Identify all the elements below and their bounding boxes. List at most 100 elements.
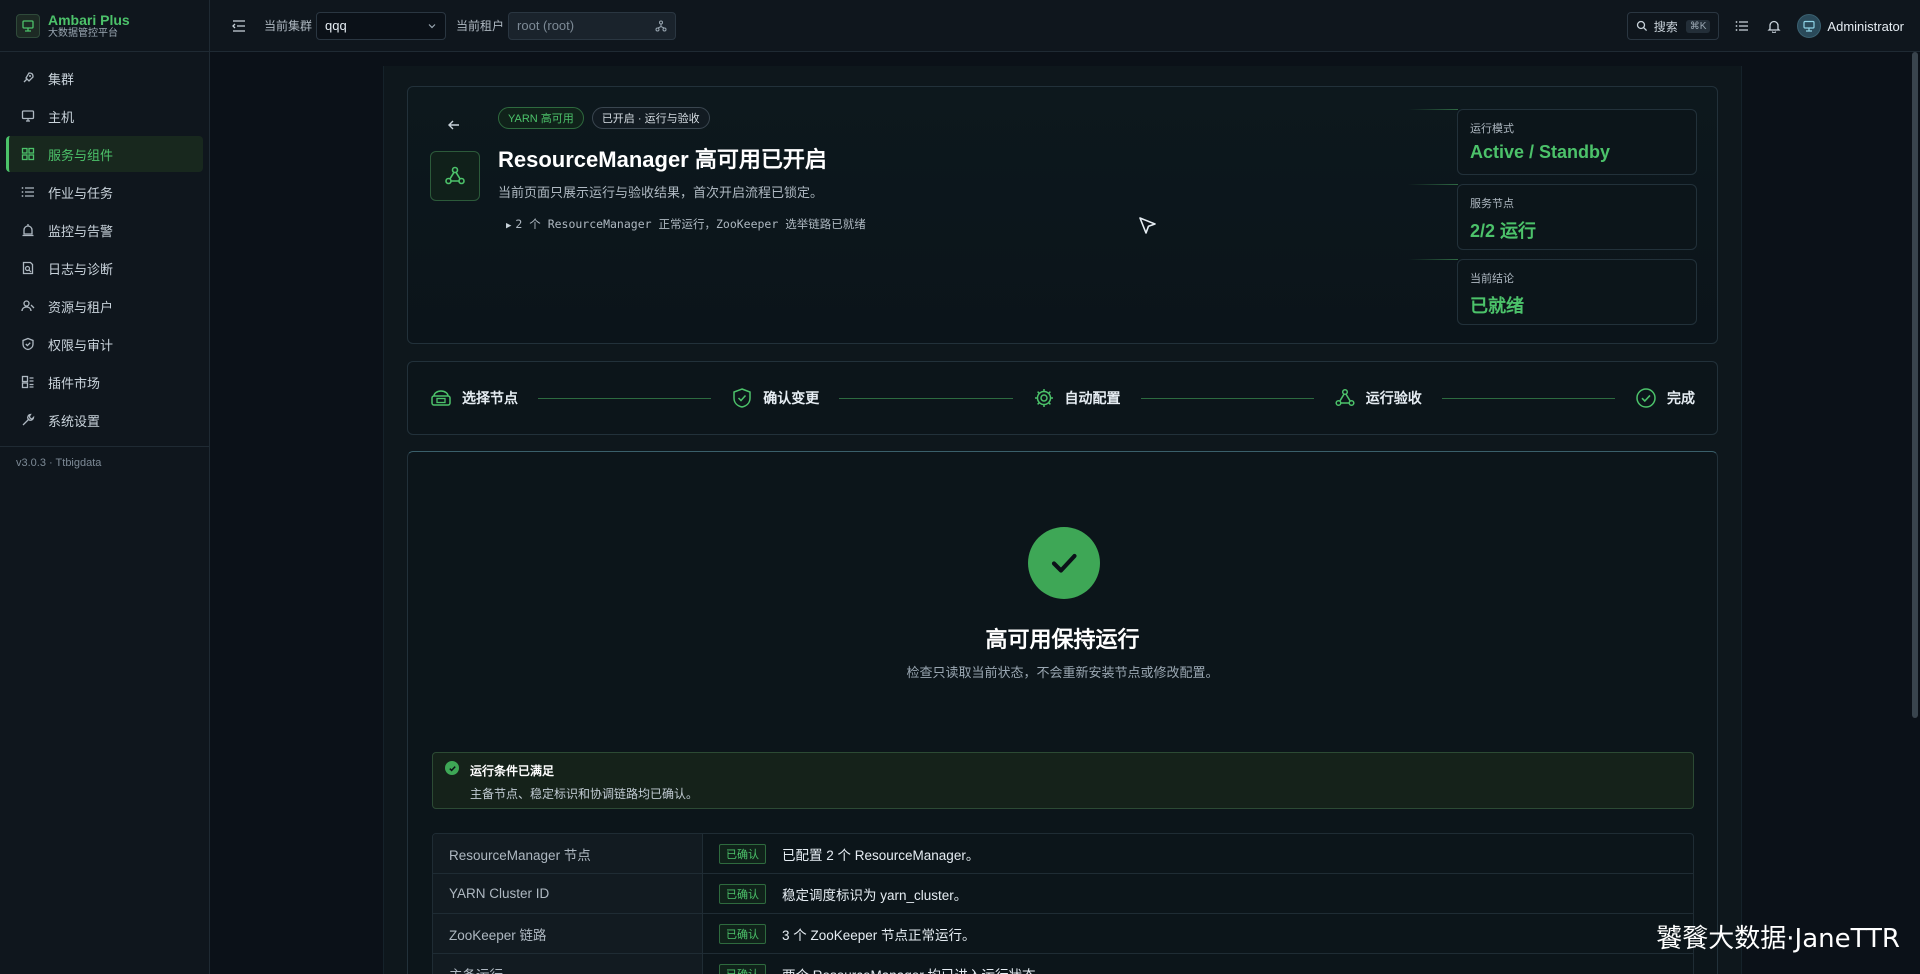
status-badge: 已确认 <box>719 883 766 904</box>
topbar: 当前集群 qqq 当前租户 root (root) 搜索 ⌘K Administ… <box>210 0 1920 52</box>
sidebar-item-label: 插件市场 <box>48 375 101 391</box>
step-select-nodes: 选择节点 <box>430 387 518 409</box>
sidebar-item-logs[interactable]: 日志与诊断 <box>6 250 203 286</box>
row-name: ResourceManager 节点 <box>433 834 703 873</box>
condition-title: 运行条件已满足 <box>470 764 555 778</box>
condition-alert: 运行条件已满足 主备节点、稳定标识和协调链路均已确认。 <box>432 752 1694 809</box>
chevron-down-icon <box>427 21 437 31</box>
user-name[interactable]: Administrator <box>1827 19 1904 34</box>
step-auto-config: 自动配置 <box>1033 387 1121 409</box>
shield-check-icon <box>731 387 753 409</box>
step-run-acceptance: 运行验收 <box>1334 387 1422 409</box>
tag-yarn-ha: YARN 高可用 <box>498 107 584 129</box>
sidebar-item-cluster[interactable]: 集群 <box>6 60 203 96</box>
acceptance-table: ResourceManager 节点 已确认 已配置 2 个 ResourceMa… <box>432 833 1694 974</box>
step-connector <box>1140 397 1314 399</box>
tenant-label: 当前租户 <box>456 19 505 33</box>
sidebar-item-label: 系统设置 <box>48 413 101 429</box>
row-text: 3 个 ZooKeeper 节点正常运行。 <box>782 927 976 943</box>
detail-toggle[interactable]: ▶ 2 个 ResourceManager 正常运行，ZooKeeper 选举链路… <box>506 216 866 232</box>
monitor-icon <box>20 108 36 124</box>
users-icon <box>20 298 36 314</box>
step-connector <box>839 397 1013 399</box>
wrench-icon <box>20 412 36 428</box>
sidebar-item-plugins[interactable]: 插件市场 <box>6 364 203 400</box>
alarm-icon <box>20 222 36 238</box>
cluster-label: 当前集群 <box>264 19 313 33</box>
stat-label: 运行模式 <box>1470 123 1514 135</box>
step-complete: 完成 <box>1635 387 1695 409</box>
row-name: 主备运行 <box>433 954 703 974</box>
version-label: v3.0.3 · Ttbigdata <box>16 457 102 469</box>
server-stack-icon <box>430 387 452 409</box>
step-label: 自动配置 <box>1064 390 1121 406</box>
sidebar-item-jobs[interactable]: 作业与任务 <box>6 174 203 210</box>
cluster-nodes-icon <box>430 151 480 201</box>
row-text: 两个 ResourceManager 均已进入运行状态。 <box>782 964 1049 974</box>
bell-icon[interactable] <box>1765 17 1783 35</box>
sidebar: Ambari Plus 大数据管控平台 集群 主机 服务与组件 作业与任务 监控… <box>0 0 210 974</box>
success-check-icon <box>1028 527 1100 599</box>
collapse-sidebar-icon[interactable] <box>230 17 248 35</box>
row-name: YARN Cluster ID <box>433 874 703 913</box>
status-badge: 已确认 <box>719 923 766 944</box>
page-scrollbar[interactable] <box>1912 52 1918 718</box>
stat-value: 2/2 运行 <box>1470 221 1537 241</box>
gear-icon <box>1033 387 1055 409</box>
avatar[interactable] <box>1797 14 1822 38</box>
rocket-icon <box>20 70 36 86</box>
shield-icon <box>20 336 36 352</box>
sidebar-item-label: 作业与任务 <box>48 185 114 201</box>
sidebar-item-label: 主机 <box>48 109 75 125</box>
step-label: 完成 <box>1667 390 1695 406</box>
result-subtitle: 检查只读取当前状态，不会重新安装节点或修改配置。 <box>906 665 1219 680</box>
row-name: ZooKeeper 链路 <box>433 914 703 953</box>
search-shortcut: ⌘K <box>1685 19 1711 33</box>
brand[interactable]: Ambari Plus 大数据管控平台 <box>0 0 209 52</box>
result-card: 高可用保持运行 检查只读取当前状态，不会重新安装节点或修改配置。 运行条件已满足… <box>407 451 1718 974</box>
sidebar-item-monitoring[interactable]: 监控与告警 <box>6 212 203 248</box>
brand-subtitle: 大数据管控平台 <box>48 27 118 39</box>
sidebar-item-label: 资源与租户 <box>48 299 114 315</box>
connector-line <box>1408 109 1458 110</box>
log-search-icon <box>20 260 36 276</box>
sidebar-item-settings[interactable]: 系统设置 <box>6 402 203 438</box>
sidebar-nav: 集群 主机 服务与组件 作业与任务 监控与告警 日志与诊断 资源与租户 权限与审… <box>0 52 209 438</box>
header-card: YARN 高可用 已开启 · 运行与验收 ResourceManager 高可用… <box>407 86 1718 344</box>
tenant-field[interactable]: root (root) <box>508 11 677 40</box>
status-badge: 已确认 <box>719 963 766 974</box>
table-row: ZooKeeper 链路 已确认 3 个 ZooKeeper 节点正常运行。 <box>433 914 1693 954</box>
plugin-icon <box>20 374 36 390</box>
status-badge: 已确认 <box>719 843 766 864</box>
sidebar-item-label: 服务与组件 <box>48 147 114 163</box>
step-label: 选择节点 <box>462 390 518 406</box>
task-list-icon[interactable] <box>1733 17 1751 35</box>
stat-service-nodes: 服务节点 2/2 运行 <box>1457 184 1697 250</box>
back-arrow-icon[interactable] <box>446 117 462 133</box>
row-text: 稳定调度标识为 yarn_cluster。 <box>782 887 968 903</box>
page-title: ResourceManager 高可用已开启 <box>498 147 827 172</box>
stat-label: 当前结论 <box>1470 273 1514 285</box>
sidebar-item-label: 权限与审计 <box>48 337 114 353</box>
search-icon <box>1636 20 1648 32</box>
sidebar-item-permissions[interactable]: 权限与审计 <box>6 326 203 362</box>
search-button[interactable]: 搜索 ⌘K <box>1626 12 1720 40</box>
result-title: 高可用保持运行 <box>985 627 1140 652</box>
detail-text: 2 个 ResourceManager 正常运行，ZooKeeper 选举链路已… <box>515 217 866 231</box>
sidebar-item-label: 监控与告警 <box>48 223 114 239</box>
brand-logo-icon <box>16 13 40 38</box>
sidebar-item-resources[interactable]: 资源与租户 <box>6 288 203 324</box>
mouse-cursor-icon <box>1137 215 1159 237</box>
step-connector <box>538 397 712 399</box>
sidebar-item-services[interactable]: 服务与组件 <box>6 136 203 172</box>
sidebar-item-label: 集群 <box>48 71 75 87</box>
sidebar-item-host[interactable]: 主机 <box>6 98 203 134</box>
sidebar-item-label: 日志与诊断 <box>48 261 114 277</box>
cluster-select[interactable]: qqq <box>316 11 447 40</box>
topbar-right: 搜索 ⌘K Administrator <box>1626 0 1904 52</box>
stat-label: 服务节点 <box>1470 198 1514 210</box>
table-row: 主备运行 已确认 两个 ResourceManager 均已进入运行状态。 <box>433 954 1693 974</box>
connector-line <box>1408 259 1458 260</box>
step-connector <box>1441 397 1615 399</box>
check-circle-icon <box>445 761 459 775</box>
